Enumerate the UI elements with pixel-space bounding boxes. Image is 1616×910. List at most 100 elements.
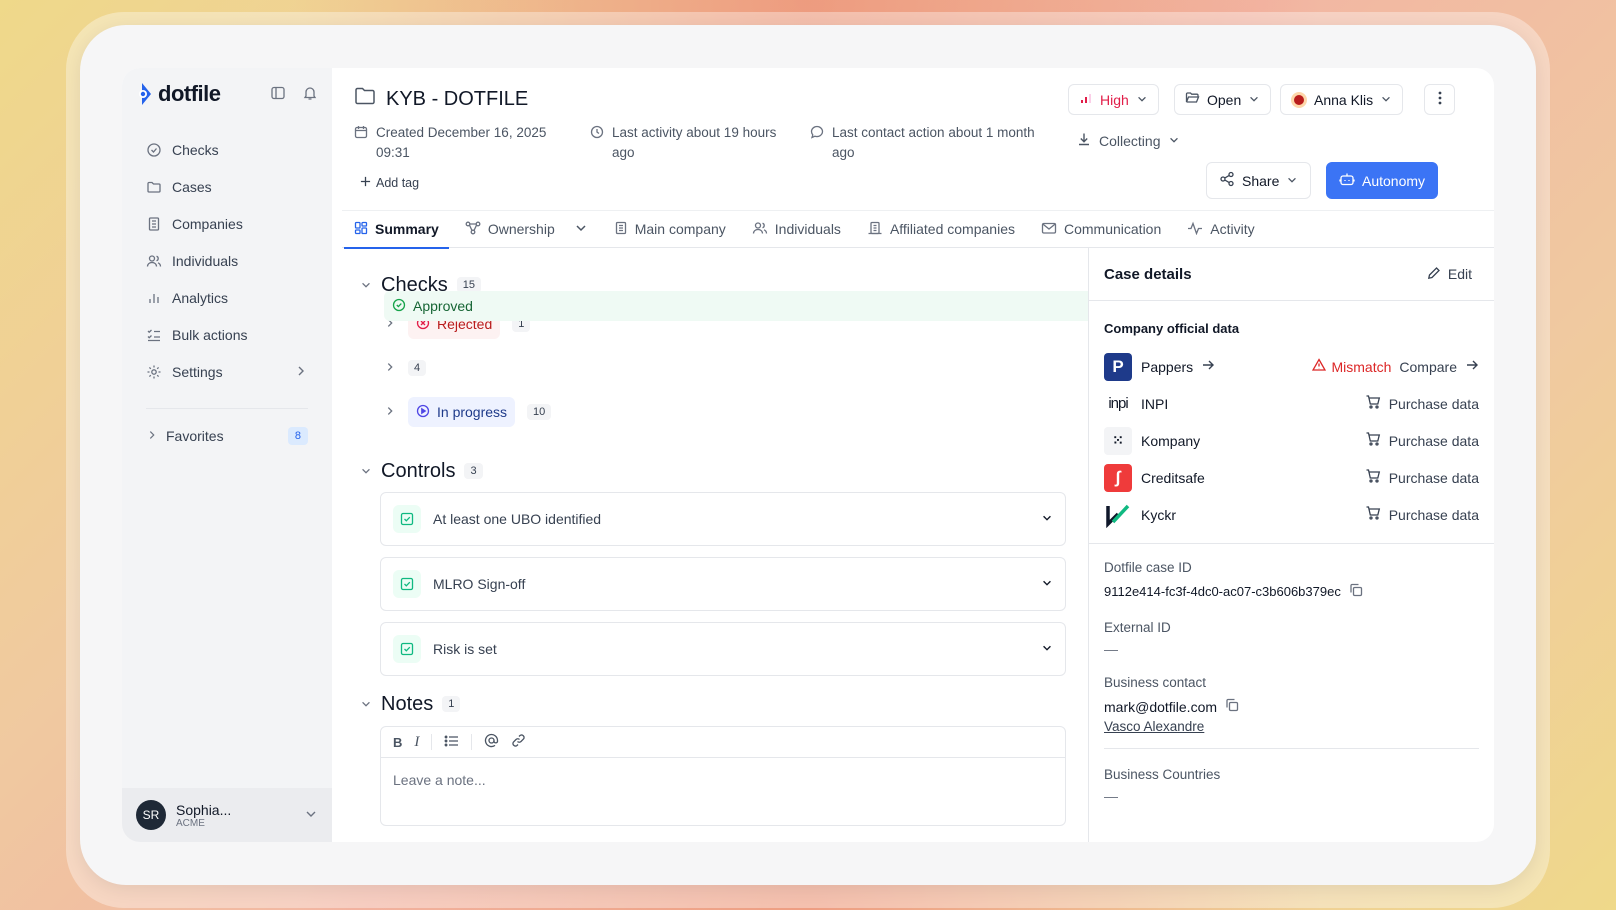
- nav-item-companies[interactable]: Companies: [136, 206, 318, 242]
- nav-item-checks[interactable]: Checks: [136, 132, 318, 168]
- copy-icon[interactable]: [1225, 698, 1239, 715]
- summary-content: Checks 15 Rejected 1 Approved 4 In progr…: [342, 248, 1088, 842]
- provider-name[interactable]: Pappers: [1141, 359, 1193, 375]
- chevron-down-icon[interactable]: [574, 221, 588, 238]
- add-tag-button[interactable]: Add tag: [360, 176, 419, 190]
- arrow-right-icon[interactable]: [1201, 358, 1215, 375]
- tab-activity[interactable]: Activity: [1187, 210, 1255, 248]
- tab-main-company[interactable]: Main company: [614, 210, 726, 248]
- signal-bars-icon: [1079, 91, 1093, 108]
- provider-name: Kompany: [1141, 432, 1201, 449]
- group-count: 4: [408, 360, 427, 376]
- case-details-panel: Case details Edit Company official data …: [1088, 248, 1494, 842]
- nav-item-bulk-actions[interactable]: Bulk actions: [136, 317, 318, 353]
- user-menu[interactable]: SR Sophia... ACME: [122, 788, 332, 842]
- purchase-data-button[interactable]: Purchase data: [1365, 505, 1479, 524]
- tab-summary[interactable]: Summary: [344, 210, 449, 249]
- nav-label: Cases: [172, 179, 212, 195]
- provider-name: Creditsafe: [1141, 469, 1205, 486]
- purchase-data-button[interactable]: Purchase data: [1365, 431, 1479, 450]
- notes-section-header[interactable]: Notes 1: [360, 687, 1088, 721]
- tab-label: Activity: [1210, 221, 1255, 237]
- checkbox-checked-icon: [393, 505, 421, 533]
- list-icon[interactable]: [444, 734, 459, 751]
- note-input-placeholder[interactable]: Leave a note...: [381, 758, 1065, 802]
- edit-label: Edit: [1447, 266, 1472, 282]
- toolbar-divider: [431, 734, 433, 750]
- tab-ownership[interactable]: Ownership: [465, 210, 588, 248]
- more-options-button[interactable]: [1424, 84, 1455, 115]
- control-label: Risk is set: [433, 641, 497, 657]
- mismatch-badge: Mismatch: [1311, 358, 1391, 375]
- panel-divider: [1089, 543, 1494, 544]
- last-contact-info: Last contact action about 1 month ago: [810, 123, 1050, 163]
- provider-name: Kyckr: [1141, 506, 1176, 523]
- copy-icon[interactable]: [1349, 583, 1363, 600]
- control-item[interactable]: Risk is set: [380, 622, 1066, 676]
- share-button[interactable]: Share: [1206, 162, 1312, 199]
- bar-chart-icon: [146, 290, 162, 306]
- official-data-title: Company official data: [1104, 321, 1240, 336]
- purchase-data-button[interactable]: Purchase data: [1365, 468, 1479, 487]
- chevron-right-icon: [384, 360, 396, 376]
- control-item[interactable]: At least one UBO identified: [380, 492, 1066, 546]
- control-item[interactable]: MLRO Sign-off: [380, 557, 1066, 611]
- clock-icon: [590, 125, 604, 163]
- add-tag-label: Add tag: [376, 176, 420, 190]
- badge-label: Approved: [413, 298, 473, 314]
- favorites-label: Favorites: [166, 428, 224, 444]
- group-count: 10: [527, 404, 552, 420]
- edit-button[interactable]: Edit: [1427, 266, 1472, 283]
- share-label: Share: [1242, 172, 1280, 189]
- app-window: dotfile Checks Cases Companies Individua…: [122, 68, 1494, 842]
- logo[interactable]: dotfile: [136, 81, 221, 107]
- last-activity-text: Last activity about 19 hours ago: [612, 125, 777, 160]
- panel-header: Case details Edit: [1089, 248, 1494, 301]
- folder-icon: [146, 179, 162, 195]
- mention-icon[interactable]: [484, 733, 499, 751]
- provider-row-pappers: P Pappers Mismatch Compare: [1089, 348, 1494, 385]
- business-countries-value: —: [1104, 788, 1118, 804]
- purchase-label: Purchase data: [1388, 469, 1479, 486]
- nav-item-settings[interactable]: Settings: [136, 354, 318, 390]
- compare-button[interactable]: Compare: [1399, 358, 1479, 375]
- sidebar-toggle-icon[interactable]: [270, 85, 286, 104]
- link-icon[interactable]: [511, 733, 526, 751]
- italic-icon[interactable]: I: [414, 734, 419, 751]
- inpi-logo-icon: inpi: [1104, 389, 1132, 418]
- tab-individuals[interactable]: Individuals: [752, 210, 841, 248]
- case-id-value: 9112e414-fc3f-4dc0-ac07-c3b606b379ec: [1104, 584, 1341, 599]
- nav-item-cases[interactable]: Cases: [136, 169, 318, 205]
- check-circle-icon: [392, 298, 406, 315]
- autonomy-button[interactable]: Autonomy: [1326, 162, 1439, 199]
- check-group-in-progress[interactable]: In progress 10: [360, 390, 1088, 434]
- status-value: Open: [1207, 91, 1242, 108]
- provider-name: INPI: [1141, 395, 1169, 412]
- tab-communication[interactable]: Communication: [1041, 210, 1161, 248]
- chevron-down-icon: [1041, 511, 1053, 527]
- stage-select[interactable]: Collecting: [1077, 132, 1180, 149]
- risk-level-value: High: [1100, 91, 1129, 108]
- risk-level-select[interactable]: High: [1068, 84, 1159, 115]
- chevron-right-icon: [384, 404, 396, 420]
- provider-row-kyckr: Kyckr Purchase data: [1089, 496, 1494, 533]
- favorites-section[interactable]: Favorites 8: [122, 419, 332, 453]
- nav-item-analytics[interactable]: Analytics: [136, 280, 318, 316]
- provider-row-kompany: ⁙ Kompany Purchase data: [1089, 422, 1494, 459]
- contact-email: mark@dotfile.com: [1104, 698, 1218, 715]
- page-title: KYB - DOTFILE: [386, 87, 529, 110]
- user-org: ACME: [176, 817, 205, 829]
- tab-affiliated-companies[interactable]: Affiliated companies: [867, 210, 1015, 248]
- list-check-icon: [146, 327, 162, 343]
- assignee-select[interactable]: Anna Klis: [1280, 84, 1404, 115]
- status-select[interactable]: Open: [1174, 84, 1272, 115]
- note-editor[interactable]: B I Leave a note...: [380, 726, 1066, 826]
- contact-name-link[interactable]: Vasco Alexandre: [1104, 719, 1479, 734]
- status-badge: In progress: [408, 397, 516, 427]
- controls-section-header[interactable]: Controls 3: [360, 454, 1088, 488]
- bell-icon[interactable]: [302, 85, 318, 104]
- purchase-data-button[interactable]: Purchase data: [1365, 394, 1479, 413]
- check-group-approved[interactable]: Approved 4: [360, 291, 1088, 390]
- bold-icon[interactable]: B: [393, 735, 402, 750]
- nav-item-individuals[interactable]: Individuals: [136, 243, 318, 279]
